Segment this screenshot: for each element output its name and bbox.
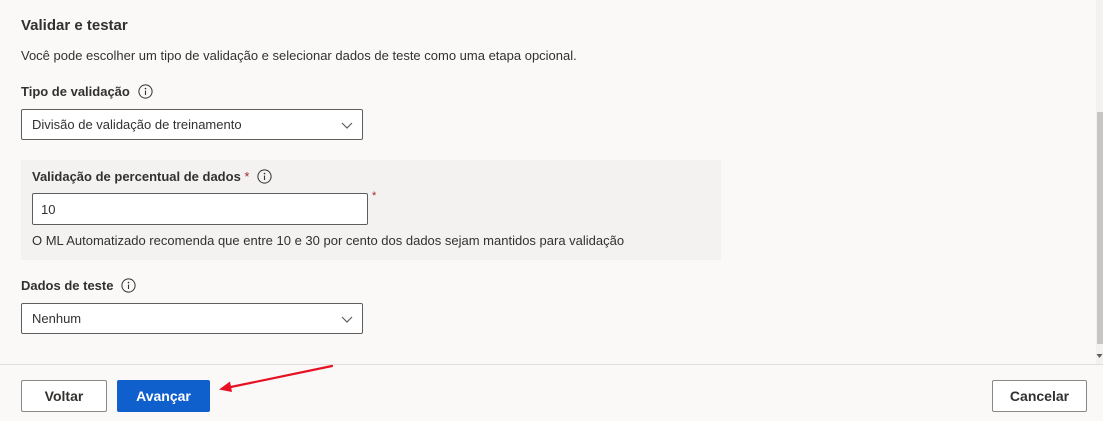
form-content: Validar e testar Você pode escolher um t…	[0, 0, 1096, 364]
info-icon[interactable]	[138, 84, 153, 99]
percent-validation-input[interactable]	[32, 193, 368, 225]
test-data-label-text: Dados de teste	[21, 278, 114, 293]
test-data-label: Dados de teste	[21, 278, 137, 293]
validation-type-label: Tipo de validação	[21, 84, 153, 99]
next-button[interactable]: Avançar	[117, 380, 210, 412]
cancel-button[interactable]: Cancelar	[992, 380, 1087, 412]
percent-validation-label-text: Validação de percentual de dados *	[32, 169, 249, 184]
scrollbar-thumb[interactable]	[1097, 112, 1103, 344]
validate-and-test-step: Validar e testar Você pode escolher um t…	[0, 0, 1103, 421]
required-asterisk: *	[244, 169, 250, 184]
section-description: Você pode escolher um tipo de validação …	[21, 48, 577, 63]
info-icon[interactable]	[257, 169, 273, 184]
red-arrow-icon	[219, 364, 334, 392]
test-data-dropdown[interactable]: Nenhum	[21, 303, 363, 334]
chevron-down-icon	[340, 312, 354, 326]
section-title: Validar e testar	[21, 17, 128, 34]
input-required-asterisk: *	[372, 190, 377, 202]
percent-validation-panel: Validação de percentual de dados * * O M…	[21, 160, 721, 260]
validation-type-label-text: Tipo de validação	[21, 84, 130, 99]
percent-validation-label-main: Validação de percentual de dados	[32, 169, 241, 184]
validation-type-selected: Divisão de validação de treinamento	[32, 117, 242, 132]
percent-validation-hint: O ML Automatizado recomenda que entre 10…	[32, 233, 625, 248]
validation-type-dropdown[interactable]: Divisão de validação de treinamento	[21, 109, 363, 140]
info-icon[interactable]	[121, 278, 137, 293]
test-data-selected: Nenhum	[32, 311, 82, 326]
percent-validation-label: Validação de percentual de dados *	[32, 169, 273, 184]
back-button[interactable]: Voltar	[21, 380, 107, 412]
wizard-footer: Voltar Avançar Cancelar	[0, 364, 1103, 421]
chevron-down-icon	[340, 118, 354, 132]
vertical-scrollbar[interactable]	[1096, 0, 1103, 364]
scroll-down-arrow-icon[interactable]	[1096, 348, 1103, 358]
